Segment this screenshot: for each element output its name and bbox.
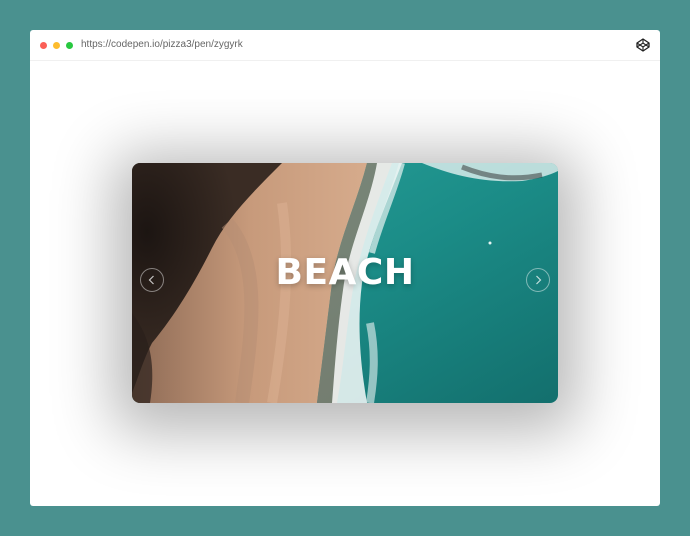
chevron-right-icon [536, 275, 542, 285]
close-window-dot[interactable] [40, 42, 47, 49]
minimize-window-dot[interactable] [53, 42, 60, 49]
slide-title: BEACH [275, 252, 415, 293]
maximize-window-dot[interactable] [66, 42, 73, 49]
address-url[interactable]: https://codepen.io/pizza3/pen/zygyrk [81, 39, 243, 50]
page-content: BEACH [30, 61, 660, 506]
next-slide-button[interactable] [526, 268, 550, 292]
codepen-icon[interactable] [636, 38, 650, 52]
image-slide: BEACH [132, 163, 558, 403]
chevron-left-icon [148, 275, 154, 285]
browser-window: https://codepen.io/pizza3/pen/zygyrk BEA… [30, 30, 660, 506]
browser-titlebar: https://codepen.io/pizza3/pen/zygyrk [30, 30, 660, 61]
previous-slide-button[interactable] [140, 268, 164, 292]
